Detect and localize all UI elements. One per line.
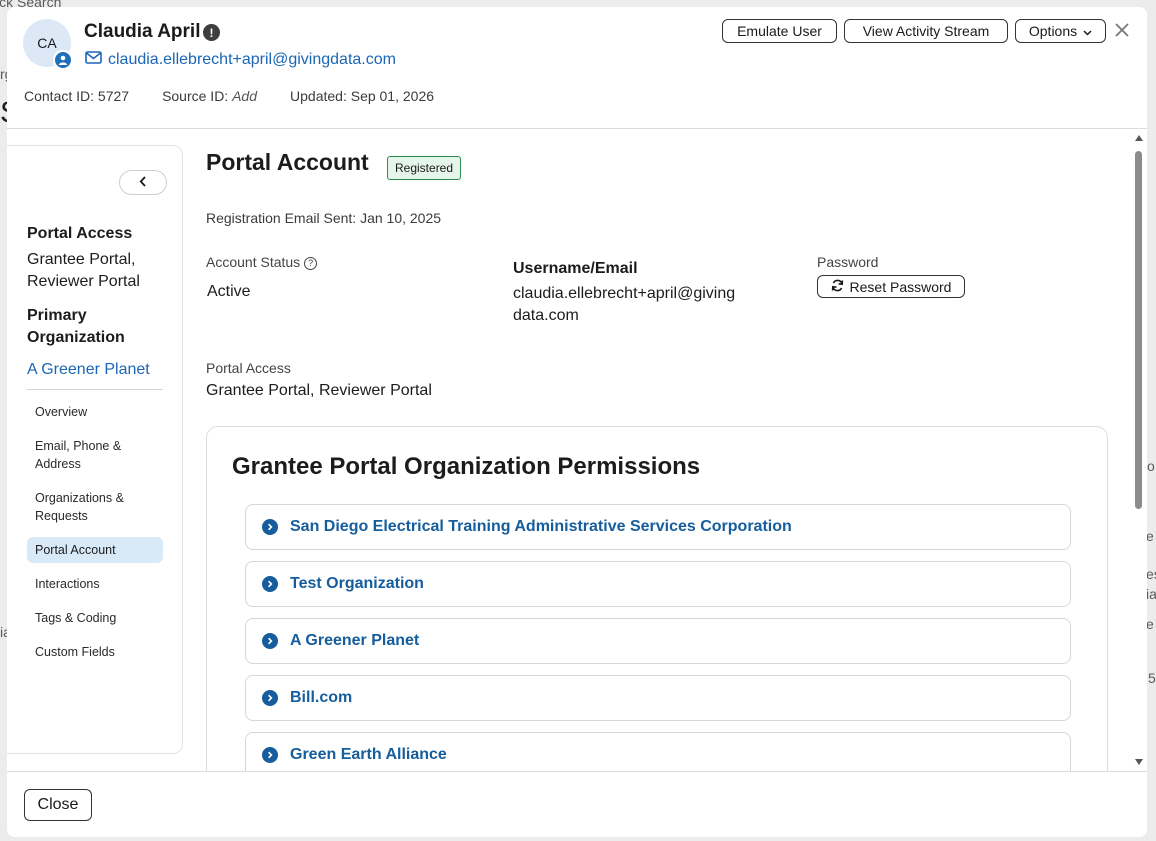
bg-fragment: e: [1146, 616, 1154, 632]
org-name: A Greener Planet: [290, 632, 420, 649]
bg-fragment: es: [1146, 566, 1156, 582]
account-status-value: Active: [207, 283, 251, 300]
org-name: Green Earth Alliance: [290, 746, 447, 763]
chevron-left-icon: [139, 174, 147, 192]
contact-meta: Contact ID: 5727 Source ID: Add Updated:…: [24, 88, 467, 104]
sidebar-item-organizations-requests[interactable]: Organizations & Requests: [27, 485, 163, 529]
bg-fragment: e: [1146, 528, 1154, 544]
chevron-right-icon: [262, 690, 278, 706]
contact-sidebar: Portal Access Grantee Portal, Reviewer P…: [7, 145, 183, 754]
alert-icon[interactable]: !: [203, 24, 220, 41]
source-id-add-link[interactable]: Add: [232, 88, 257, 104]
portal-access-value: Grantee Portal, Reviewer Portal: [206, 382, 432, 399]
org-accordion-row[interactable]: San Diego Electrical Training Administra…: [245, 504, 1071, 550]
reset-password-button[interactable]: Reset Password: [817, 275, 965, 298]
view-activity-stream-button[interactable]: View Activity Stream: [844, 19, 1008, 43]
username-value: claudia.ellebrecht+april@giving: [513, 285, 736, 302]
permissions-title: Grantee Portal Organization Permissions: [232, 453, 701, 480]
scroll-up-arrow-icon[interactable]: [1135, 135, 1143, 141]
portal-access-label: Portal Access: [206, 360, 291, 376]
org-name: San Diego Electrical Training Administra…: [290, 518, 792, 535]
source-id: Source ID: Add: [162, 88, 257, 104]
primary-organization-link[interactable]: A Greener Planet: [27, 361, 150, 379]
portal-account-panel: Portal Account Registered Registration E…: [206, 145, 1126, 777]
permissions-card: Grantee Portal Organization Permissions …: [206, 426, 1108, 777]
sidebar-item-label: Overview: [35, 405, 88, 419]
reset-password-label: Reset Password: [849, 278, 952, 295]
chevron-right-icon: [262, 519, 278, 535]
sidebar-item-overview[interactable]: Overview: [27, 399, 163, 425]
envelope-icon: [85, 51, 102, 69]
modal-header: CA Claudia April ! claudia.ellebrecht+ap…: [7, 7, 1147, 129]
sidebar-item-tags-coding[interactable]: Tags & Coding: [27, 605, 163, 631]
sidebar-item-label: Portal Account: [35, 543, 116, 557]
chevron-down-icon: [1083, 23, 1092, 39]
sidebar-item-label: Tags & Coding: [35, 611, 117, 625]
sidebar-item-label: Custom Fields: [35, 645, 115, 659]
contact-name: Claudia April: [84, 21, 201, 42]
sidebar-portal-access-value: Grantee Portal,: [27, 251, 136, 268]
sidebar-portal-access-heading: Portal Access: [27, 225, 133, 242]
user-badge-icon: [53, 50, 73, 70]
org-accordion-row[interactable]: Test Organization: [245, 561, 1071, 607]
sidebar-item-label: Email, Phone &: [35, 439, 122, 453]
chevron-right-icon: [262, 747, 278, 763]
sidebar-portal-access-value: Reviewer Portal: [27, 273, 140, 290]
contact-id: Contact ID: 5727: [24, 88, 130, 104]
registration-email-sent: Registration Email Sent: Jan 10, 2025: [206, 210, 442, 226]
contact-modal: CA Claudia April ! claudia.ellebrecht+ap…: [7, 7, 1147, 837]
bg-fragment: ia: [1146, 586, 1156, 602]
password-label: Password: [817, 254, 879, 270]
updated-date: Updated: Sep 01, 2026: [290, 88, 435, 104]
contact-email-text: claudia.ellebrecht+april@givingdata.com: [108, 51, 396, 68]
sidebar-divider: [27, 389, 163, 390]
sidebar-item-custom-fields[interactable]: Custom Fields: [27, 639, 163, 665]
bg-fragment: 5: [1148, 670, 1156, 686]
org-accordion-row[interactable]: A Greener Planet: [245, 618, 1071, 664]
account-status-label: Account Status?: [206, 254, 318, 270]
org-accordion-row[interactable]: Bill.com: [245, 675, 1071, 721]
content-scrollbar[interactable]: [1131, 131, 1147, 771]
sidebar-item-label: Address: [35, 457, 81, 471]
emulate-user-button[interactable]: Emulate User: [722, 19, 837, 43]
sidebar-item-interactions[interactable]: Interactions: [27, 571, 163, 597]
username-value: data.com: [513, 307, 579, 324]
chevron-right-icon: [262, 576, 278, 592]
account-status-label-text: Account Status: [206, 254, 301, 270]
sidebar-item-label: Interactions: [35, 577, 100, 591]
sidebar-item-email-phone-address[interactable]: Email, Phone & Address: [27, 433, 163, 477]
sidebar-item-label: Requests: [35, 509, 88, 523]
source-id-label: Source ID:: [162, 88, 229, 104]
close-button[interactable]: Close: [24, 789, 92, 821]
help-icon[interactable]: ?: [304, 256, 318, 270]
sidebar-primary-org-heading: Primary: [27, 307, 87, 324]
scrollbar-thumb[interactable]: [1135, 151, 1142, 509]
refresh-icon: [831, 279, 844, 295]
options-label: Options: [1028, 23, 1078, 39]
org-name: Test Organization: [290, 575, 424, 592]
org-name: Bill.com: [290, 689, 353, 706]
sidebar-item-portal-account[interactable]: Portal Account: [27, 537, 163, 563]
page-title: Portal Account: [206, 149, 369, 175]
status-badge: Registered: [387, 156, 462, 180]
chevron-right-icon: [262, 633, 278, 649]
sidebar-primary-org-heading: Organization: [27, 329, 125, 346]
close-icon[interactable]: [1113, 21, 1131, 39]
username-label: Username/Email: [513, 260, 638, 277]
scroll-down-arrow-icon[interactable]: [1135, 759, 1143, 765]
sidebar-item-label: Organizations &: [35, 491, 124, 505]
contact-email-link[interactable]: claudia.ellebrecht+april@givingdata.com: [85, 51, 396, 69]
modal-footer: Close: [7, 771, 1147, 837]
options-dropdown-button[interactable]: Options: [1015, 19, 1106, 43]
collapse-sidebar-button[interactable]: [119, 170, 167, 195]
